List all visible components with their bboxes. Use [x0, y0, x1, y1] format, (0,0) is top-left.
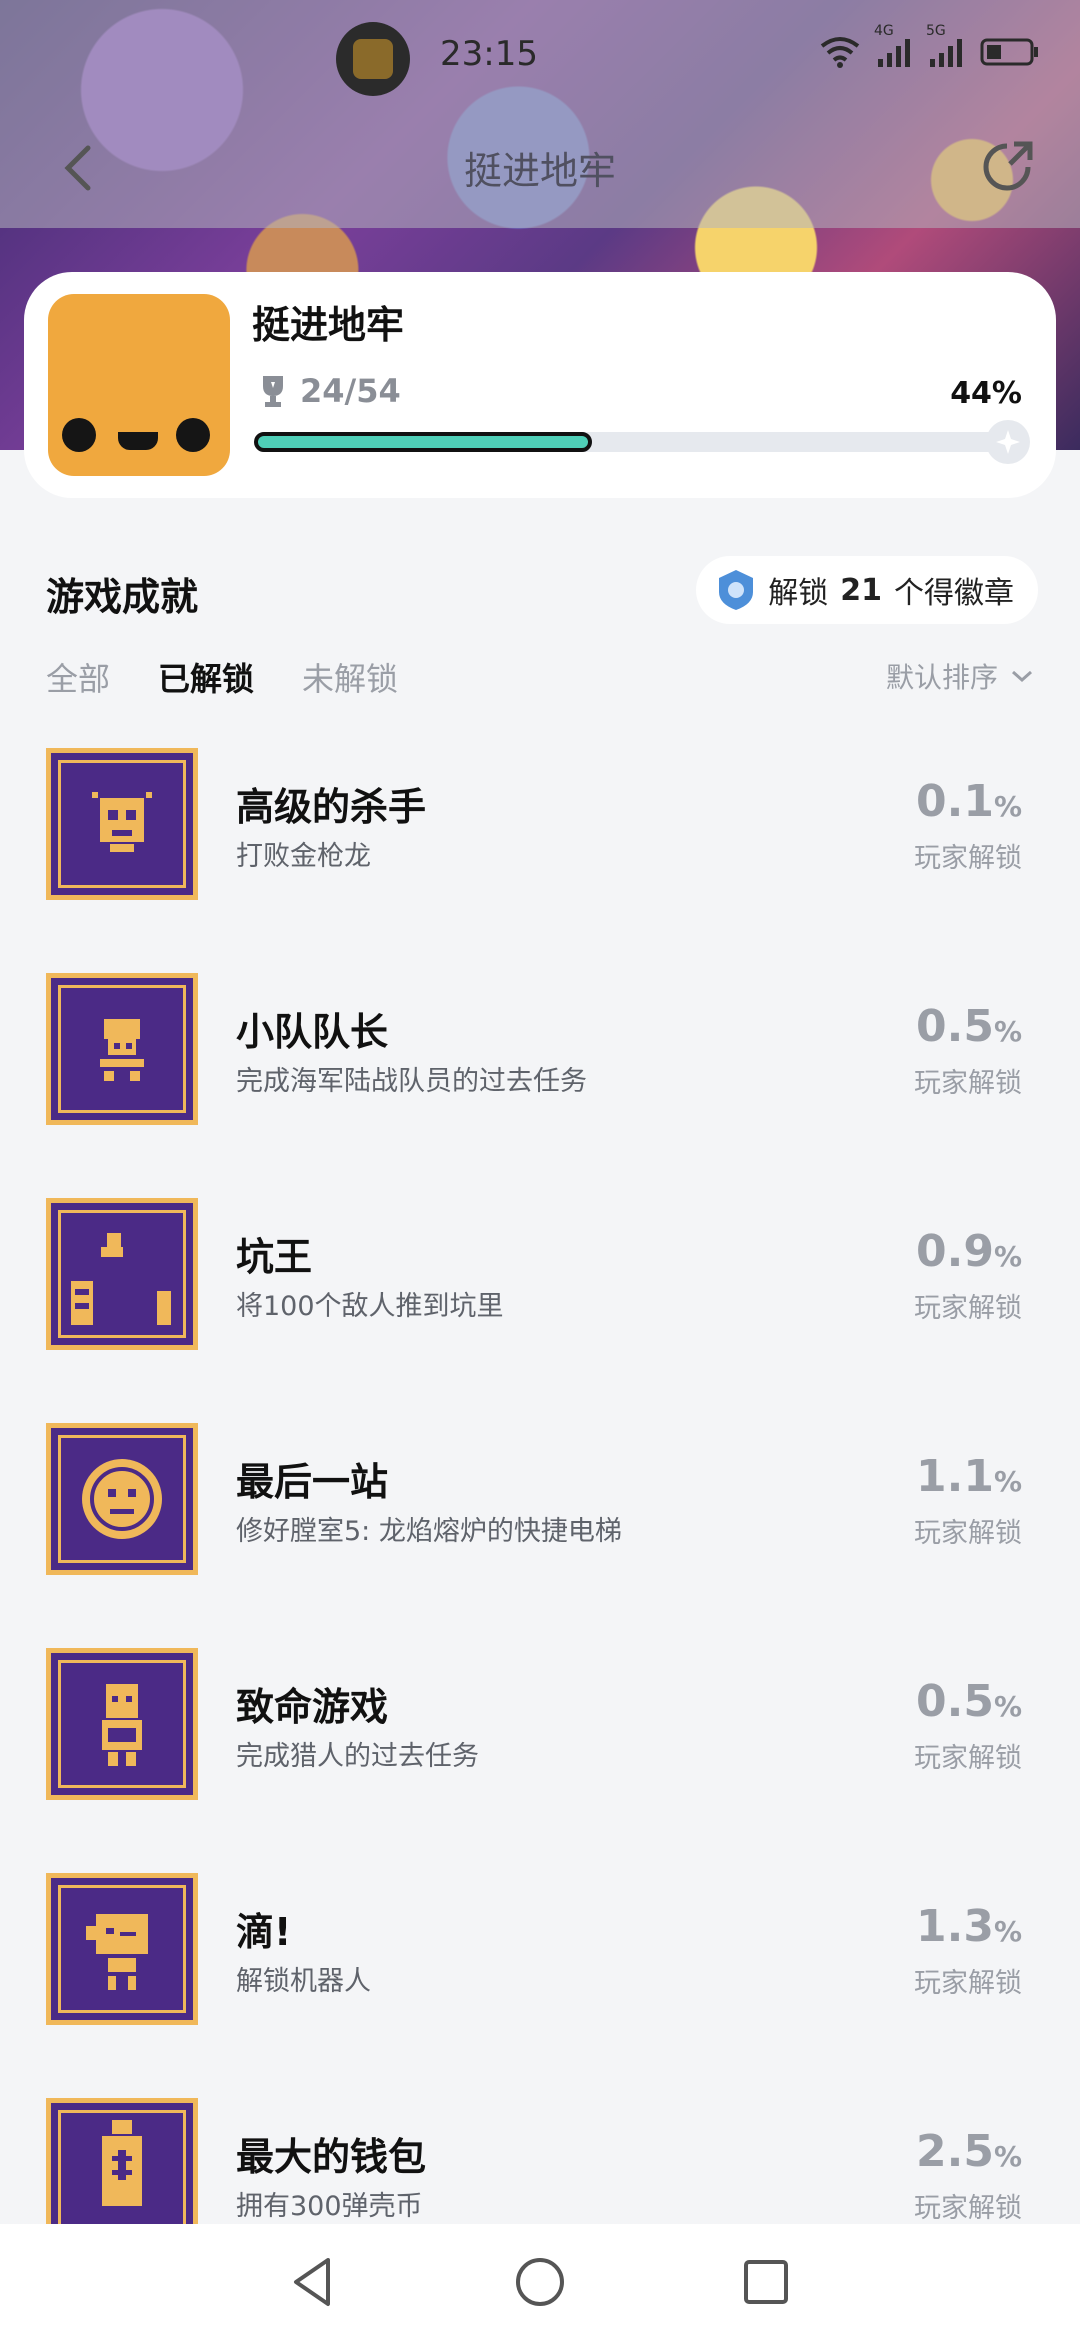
achievement-item[interactable]: 致命游戏 完成猎人的过去任务 0.5% 玩家解锁	[0, 1648, 1080, 1873]
wifi-icon	[820, 37, 860, 68]
achievement-name: 致命游戏	[236, 1685, 389, 1729]
achievement-rate: 0.9%	[915, 1226, 1022, 1277]
soldier-icon	[100, 1019, 144, 1081]
achievement-icon	[46, 1198, 198, 1350]
floating-app-icon[interactable]	[336, 22, 410, 96]
achievement-rate-label: 玩家解锁	[914, 2193, 1022, 2224]
game-icon	[48, 294, 230, 476]
badge-shield-icon	[719, 570, 754, 610]
achievement-desc: 完成猎人的过去任务	[236, 1741, 479, 1772]
achievement-desc: 打败金枪龙	[236, 841, 371, 872]
achievement-item[interactable]: 滴! 解锁机器人 1.3% 玩家解锁	[0, 1873, 1080, 2098]
page-title: 挺进地牢	[463, 149, 616, 193]
completion-percent: 44%	[950, 376, 1022, 411]
skull-burst-icon	[92, 792, 152, 852]
achievement-name: 滴!	[236, 1910, 292, 1954]
achievement-rate: 1.3%	[915, 1901, 1022, 1952]
achievement-rate-label: 玩家解锁	[914, 1518, 1022, 1549]
achievement-rate-label: 玩家解锁	[914, 1293, 1022, 1324]
achievement-item[interactable]: 最后一站 修好膛室5: 龙焰熔炉的快捷电梯 1.1% 玩家解锁	[0, 1423, 1080, 1648]
achievement-name: 高级的杀手	[236, 785, 427, 829]
signal-icon	[930, 39, 962, 67]
achievement-rate: 0.5%	[915, 1676, 1022, 1727]
achievement-rate-label: 玩家解锁	[914, 1968, 1022, 1999]
nav-back-button[interactable]	[284, 2252, 344, 2312]
trophy-icon	[263, 376, 283, 407]
achievement-desc: 将100个敌人推到坑里	[236, 1291, 504, 1322]
tab-unlocked[interactable]: 已解锁	[158, 654, 254, 700]
tab-locked[interactable]: 未解锁	[302, 654, 398, 700]
sort-dropdown[interactable]: 默认排序	[886, 656, 1034, 696]
top-nav-bar: 挺进地牢	[0, 120, 1080, 220]
share-icon	[983, 141, 1033, 191]
achievement-rate: 1.1%	[915, 1451, 1022, 1502]
filter-tabs: 全部 已解锁 未解锁	[46, 654, 398, 700]
achievement-list: 高级的杀手 打败金枪龙 0.1% 玩家解锁 小队队长 完成海军陆战队员的过去任务…	[0, 748, 1080, 2323]
achievement-name: 最大的钱包	[236, 2135, 427, 2179]
progress-fill	[254, 432, 592, 452]
game-name: 挺进地牢	[252, 303, 405, 347]
triangle-back-icon	[294, 2258, 330, 2306]
circle-home-icon	[516, 2258, 564, 2306]
achievement-icon	[46, 1873, 198, 2025]
system-nav-bar	[0, 2224, 1080, 2338]
share-button[interactable]	[974, 134, 1040, 200]
achievement-item[interactable]: 高级的杀手 打败金枪龙 0.1% 玩家解锁	[0, 748, 1080, 973]
completion-progress-bar	[254, 420, 1030, 464]
achievement-rate-label: 玩家解锁	[914, 1743, 1022, 1774]
status-time: 23:15	[440, 34, 538, 74]
sparkle-icon	[996, 430, 1020, 454]
chevron-down-icon	[1012, 670, 1032, 683]
pit-icon	[71, 1233, 171, 1325]
nav-recents-button[interactable]	[736, 2252, 796, 2312]
achievement-item[interactable]: 坑王 将100个敌人推到坑里 0.9% 玩家解锁	[0, 1198, 1080, 1423]
achievement-desc: 完成海军陆战队员的过去任务	[236, 1066, 587, 1097]
signal-4g: 4G	[874, 23, 912, 67]
achievement-rate: 0.1%	[915, 776, 1022, 827]
achievement-icon	[46, 748, 198, 900]
game-summary-card[interactable]: 挺进地牢 24/54 44%	[24, 272, 1056, 498]
achievement-item[interactable]: 小队队长 完成海军陆战队员的过去任务 0.5% 玩家解锁	[0, 973, 1080, 1198]
badge-unlock-pill[interactable]: 解锁 21 个得徽章	[696, 556, 1038, 624]
section-title: 游戏成就	[46, 575, 199, 619]
signal-icon	[878, 39, 910, 67]
sun-face-icon	[82, 1459, 162, 1539]
badge-suffix: 个得徽章	[894, 576, 1014, 611]
achievement-icon	[46, 1648, 198, 1800]
money-bag-icon	[102, 2120, 142, 2206]
achievement-rate: 0.5%	[915, 1001, 1022, 1052]
achievement-rate-label: 玩家解锁	[914, 843, 1022, 874]
badge-count: 21	[840, 572, 882, 608]
hunter-icon	[102, 1684, 142, 1766]
achievement-rate-label: 玩家解锁	[914, 1068, 1022, 1099]
achievement-desc: 拥有300弹壳币	[236, 2191, 423, 2222]
progress-end-marker	[986, 420, 1030, 464]
robot-icon	[86, 1914, 148, 1990]
badge-prefix: 解锁	[768, 576, 829, 611]
nav-home-button[interactable]	[510, 2252, 570, 2312]
sort-label: 默认排序	[885, 661, 998, 694]
achievement-desc: 解锁机器人	[236, 1966, 371, 1997]
signal-5g: 5G	[926, 23, 964, 67]
achievement-desc: 修好膛室5: 龙焰熔炉的快捷电梯	[236, 1516, 622, 1547]
status-bar: 23:15 4G 5G	[0, 0, 1080, 120]
achievement-name: 最后一站	[236, 1460, 389, 1504]
achievement-rate: 2.5%	[915, 2126, 1022, 2177]
tab-all[interactable]: 全部	[46, 654, 110, 700]
square-recents-icon	[744, 2260, 788, 2304]
trophy-count: 24/54	[300, 372, 401, 410]
achievement-name: 小队队长	[236, 1010, 389, 1054]
achievement-icon	[46, 1423, 198, 1575]
achievement-name: 坑王	[236, 1235, 313, 1279]
achievement-icon	[46, 973, 198, 1125]
battery-icon	[980, 38, 1038, 66]
